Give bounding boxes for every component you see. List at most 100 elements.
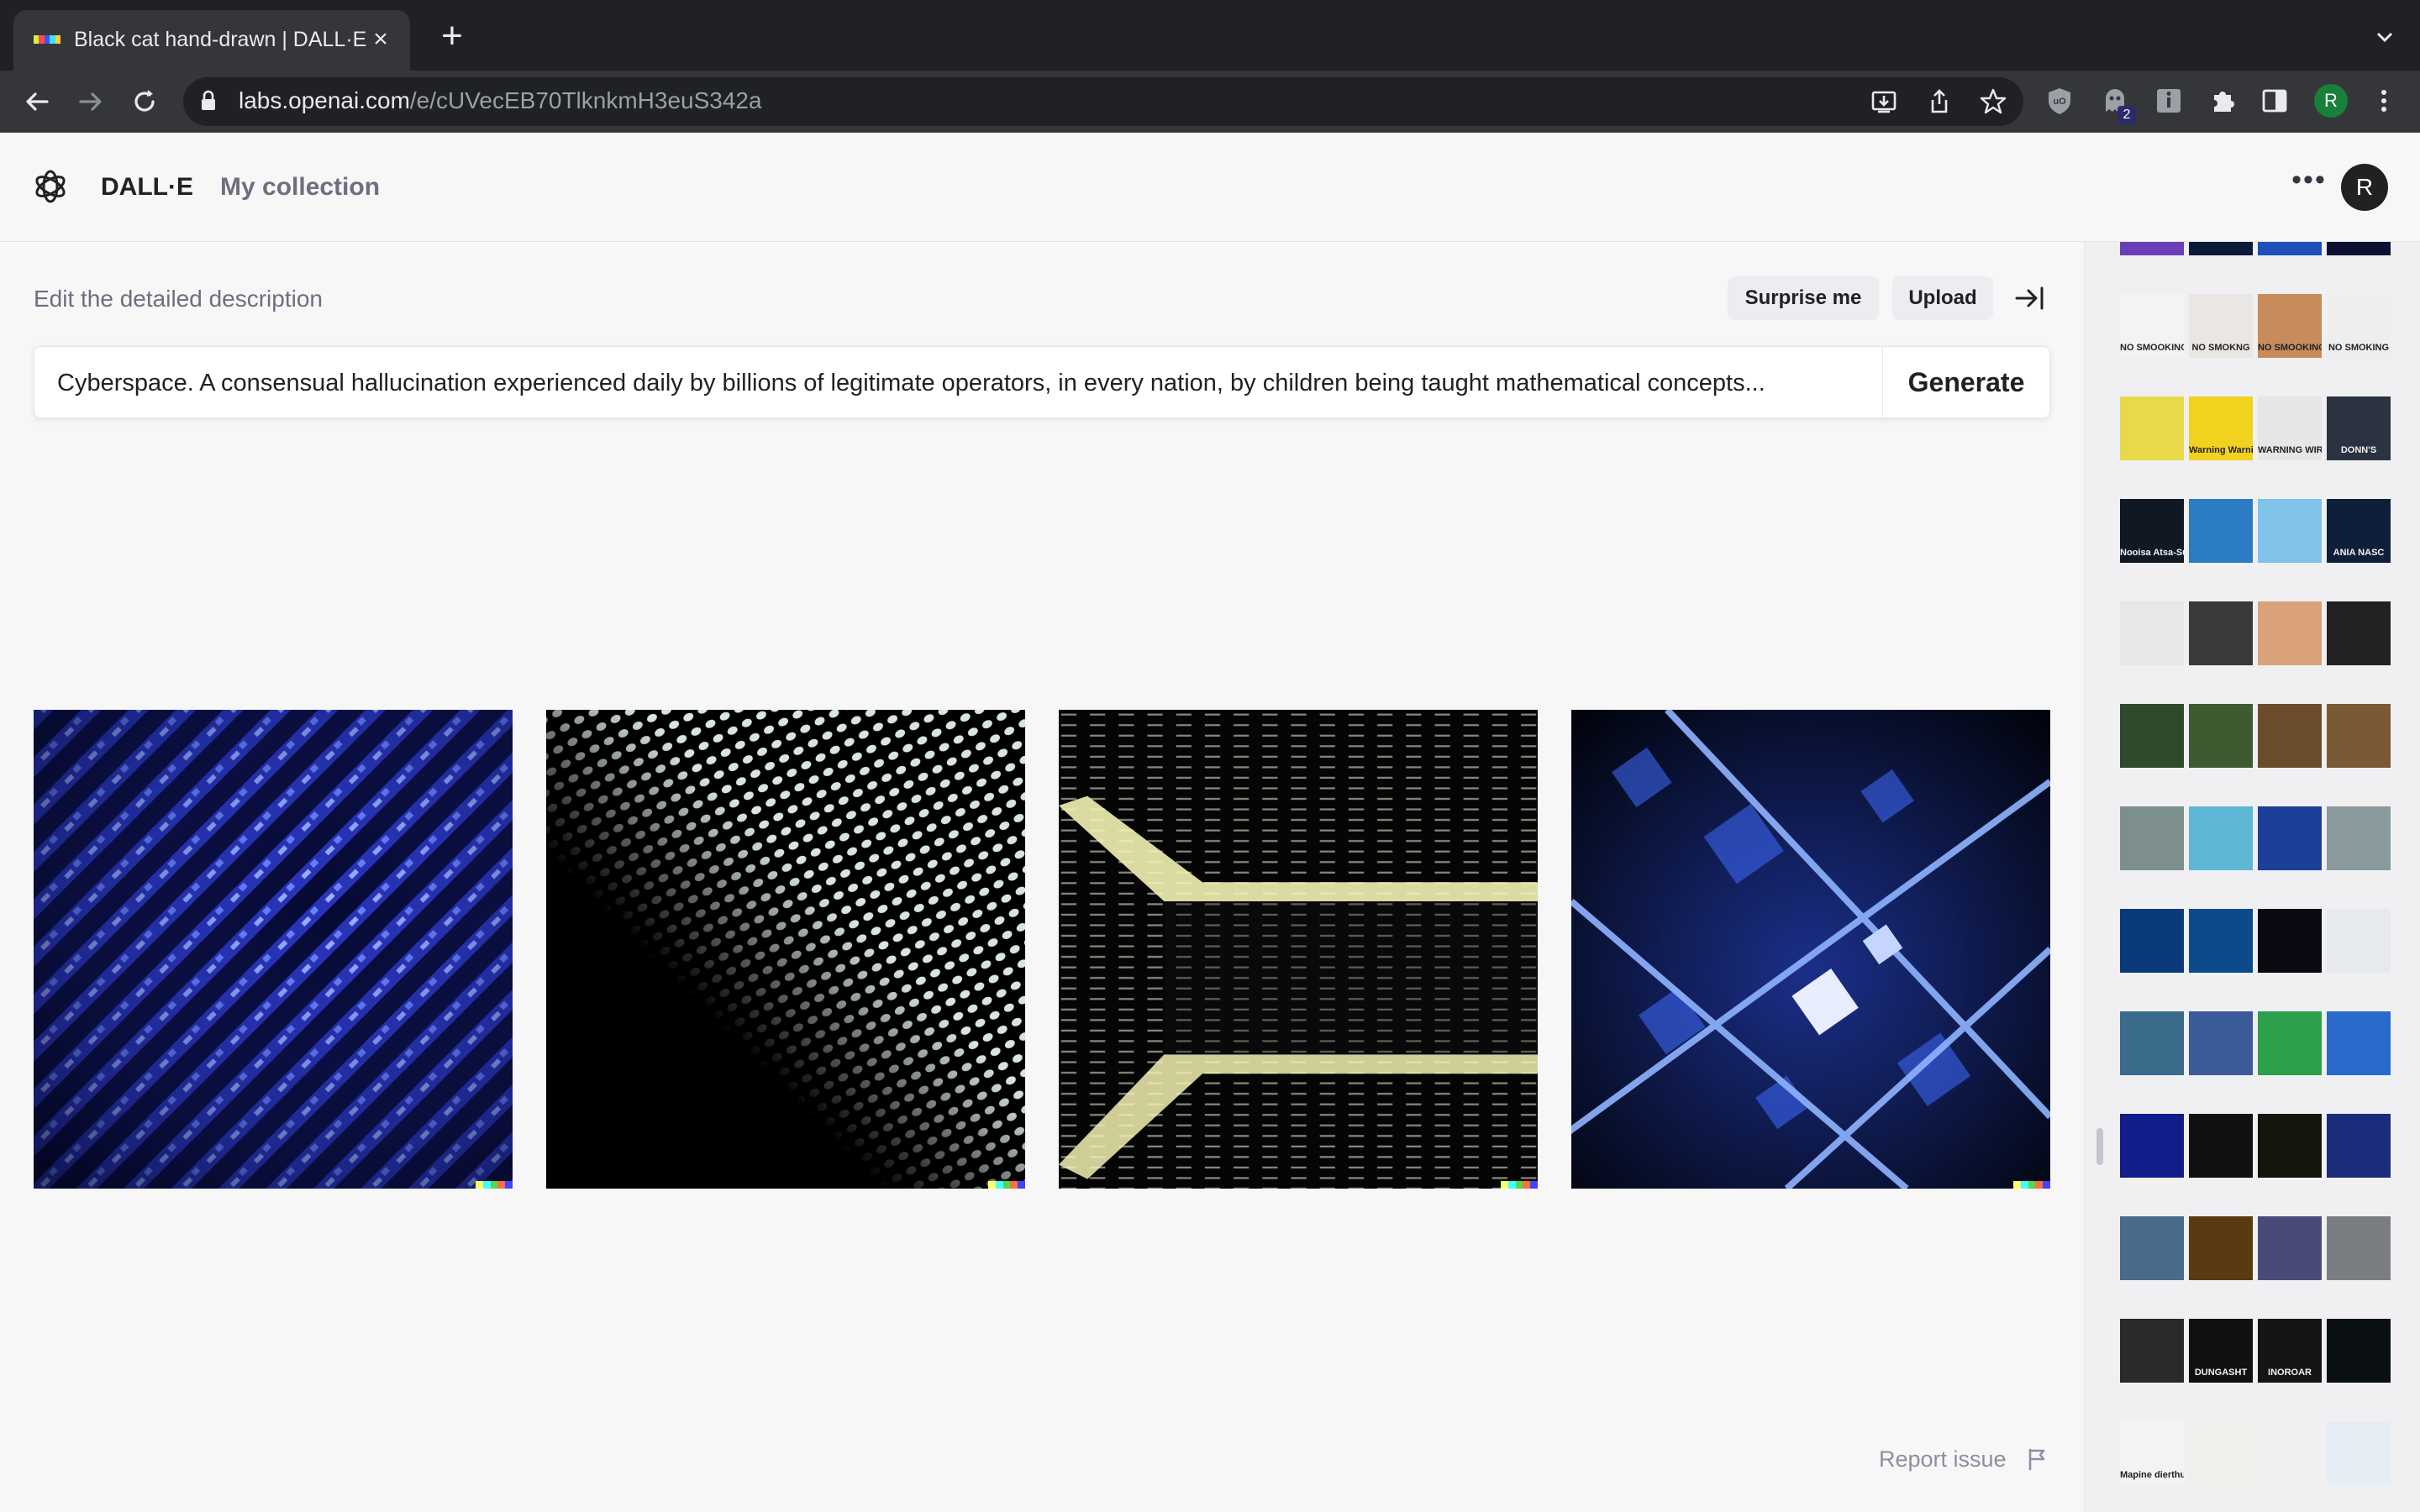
history-thumbnail[interactable]: NO SMOOKING [2120,294,2184,358]
signature-block [490,1181,498,1189]
install-app-icon[interactable] [1869,87,1899,117]
history-thumbnail[interactable] [2189,1216,2253,1280]
reload-icon[interactable] [128,85,161,118]
history-thumbnail[interactable]: INOROAR [2258,1319,2322,1383]
history-thumbnail[interactable] [2120,1216,2184,1280]
history-row: DUNGASHT INOROAR [2120,1319,2391,1421]
history-row [2120,242,2391,294]
history-thumbnail[interactable] [2189,909,2253,973]
history-thumbnail[interactable] [2327,1011,2391,1075]
report-issue-link[interactable]: Report issue [1879,1446,2007,1473]
history-thumbnail[interactable]: Warning Warning [2189,396,2253,460]
history-thumbnail[interactable] [2327,806,2391,870]
history-thumbnail[interactable]: Nooisa Atsa-Supicia [2120,499,2184,563]
signature-block [497,1181,506,1189]
browser-tab-active[interactable]: Black cat hand-drawn | DALL·E × [13,10,410,71]
history-thumbnail[interactable] [2120,1319,2184,1383]
history-thumbnail[interactable] [2120,909,2184,973]
history-thumbnail[interactable] [2120,1011,2184,1075]
ublock-extension-icon[interactable]: uO [2044,85,2075,117]
history-thumbnail[interactable] [2258,909,2322,973]
result-image-2[interactable] [546,710,1025,1189]
history-thumbnail[interactable] [2189,806,2253,870]
result-image-3[interactable] [1059,710,1538,1189]
flag-icon[interactable] [2025,1446,2049,1472]
generate-button[interactable]: Generate [1883,347,2049,417]
history-thumbnail[interactable] [2327,909,2391,973]
history-thumbnail[interactable] [2327,1114,2391,1178]
user-avatar[interactable]: R [2341,164,2388,211]
new-tab-icon[interactable]: + [435,18,469,55]
collapse-sidebar-icon[interactable] [2013,283,2047,313]
history-thumbnail[interactable]: NO SMOKING [2327,294,2391,358]
history-thumbnail[interactable]: NO SMOKNG [2189,294,2253,358]
history-thumbnail[interactable] [2327,601,2391,665]
history-thumbnail[interactable] [2120,242,2184,255]
history-thumbnail[interactable]: DUNGASHT [2189,1319,2253,1383]
history-thumbnail[interactable] [2258,1114,2322,1178]
history-thumbnail[interactable] [2258,1421,2322,1485]
upload-button[interactable]: Upload [1892,276,1993,320]
tab-close-icon[interactable]: × [366,25,395,54]
history-thumbnail[interactable] [2327,1216,2391,1280]
history-thumbnail[interactable]: NO SMOOKING [2258,294,2322,358]
history-thumbnail[interactable] [2327,1421,2391,1485]
history-thumbnail[interactable] [2120,704,2184,768]
brand-title[interactable]: DALL·E [101,173,193,202]
lock-icon[interactable] [195,87,222,114]
history-thumbnail[interactable] [2189,1114,2253,1178]
history-thumbnail[interactable] [2189,499,2253,563]
bookmark-star-icon[interactable] [1978,87,2008,117]
prompt-input[interactable] [57,366,1860,400]
history-thumbnail[interactable] [2258,1011,2322,1075]
thumbnail-caption: Warning Warning [2189,446,2253,455]
history-thumbnail[interactable] [2258,806,2322,870]
openai-logo-icon[interactable] [30,166,71,207]
history-thumbnail[interactable] [2120,806,2184,870]
signature-block [2028,1181,2036,1189]
back-icon[interactable] [20,85,54,118]
history-thumbnail[interactable] [2258,242,2322,255]
url-text[interactable]: labs.openai.com/e/cUVecEB70TlknkmH3euS34… [239,87,762,114]
history-thumbnail[interactable] [2189,1011,2253,1075]
history-thumbnail[interactable] [2327,242,2391,255]
share-icon[interactable] [1924,87,1954,117]
tab-search-icon[interactable] [2373,25,2396,49]
info-extension-icon[interactable] [2153,85,2185,117]
history-thumbnail[interactable] [2258,704,2322,768]
surprise-me-button[interactable]: Surprise me [1728,276,1879,320]
history-thumbnail[interactable] [2258,499,2322,563]
result-image-1[interactable] [34,710,513,1189]
history-thumbnail[interactable] [2189,242,2253,255]
history-thumbnail[interactable]: Mapine dierthuta [2120,1421,2184,1485]
history-thumbnail[interactable] [2120,396,2184,460]
history-thumbnail[interactable]: WARNING WIRE [2258,396,2322,460]
history-thumbnail[interactable] [2189,704,2253,768]
result-image-4[interactable] [1571,710,2050,1189]
side-panel-icon[interactable] [2259,85,2291,117]
tab-title: Black cat hand-drawn | DALL·E [74,28,367,51]
browser-menu-icon[interactable] [2368,85,2400,117]
extension-badge: 2 [2118,106,2136,124]
history-thumbnail[interactable] [2258,1216,2322,1280]
history-thumbnail[interactable] [2120,1114,2184,1178]
nav-my-collection[interactable]: My collection [220,173,380,202]
result-image-2-art [546,710,1025,1189]
forward-icon[interactable] [74,85,108,118]
more-horizontal-icon[interactable]: ••• [2291,165,2328,202]
history-thumbnail[interactable] [2189,1421,2253,1485]
history-thumbnail[interactable] [2327,704,2391,768]
history-row: Nooisa Atsa-Supicia ANIA NASC [2120,499,2391,601]
thumbnail-caption: DUNGASHT [2194,1368,2248,1378]
extensions-puzzle-icon[interactable] [2207,85,2238,117]
signature-block [995,1181,1003,1189]
history-thumbnail[interactable] [2327,1319,2391,1383]
history-thumbnail[interactable]: DONN'S [2327,396,2391,460]
history-thumbnail[interactable] [2258,601,2322,665]
history-thumbnail[interactable] [2120,601,2184,665]
history-thumbnail[interactable] [2189,601,2253,665]
browser-profile-avatar[interactable]: R [2314,84,2348,118]
result-image-4-art [1571,710,2050,1189]
history-thumbnail[interactable]: ANIA NASC [2327,499,2391,563]
sidebar-resize-handle[interactable] [2096,1128,2103,1165]
